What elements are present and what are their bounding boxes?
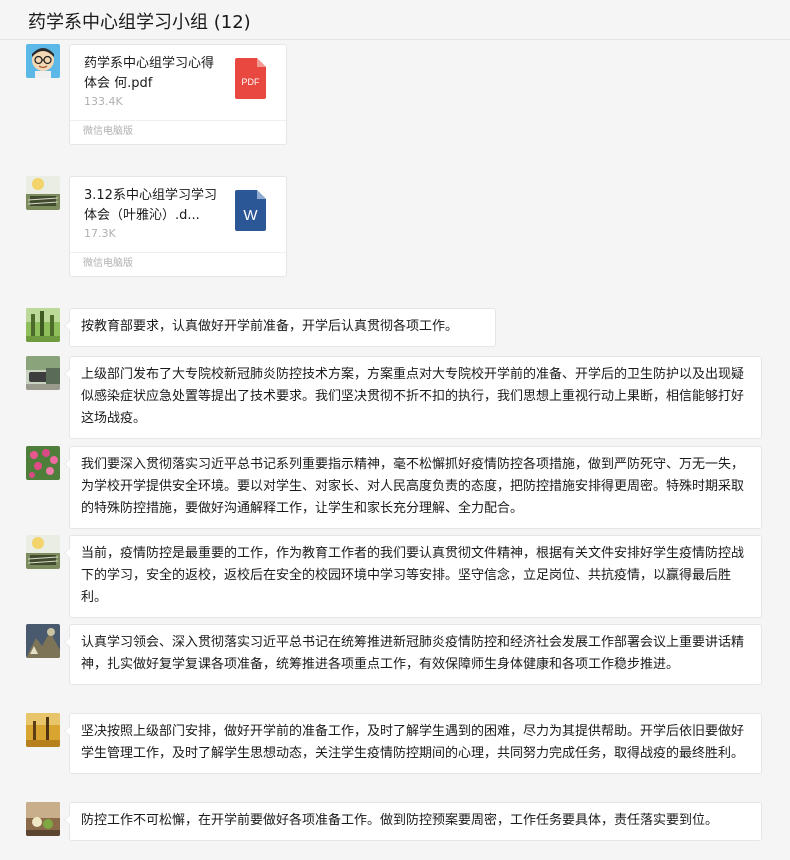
avatar[interactable]	[26, 802, 60, 836]
text-message-bubble[interactable]: 认真学习领会、深入贯彻落实习近平总书记在统筹推进新冠肺炎疫情防控和经济社会发展工…	[64, 624, 762, 685]
message-text: 防控工作不可松懈，在开学前要做好各项准备工作。做到防控预案要周密，工作任务要具体…	[81, 813, 719, 828]
word-icon-label: W	[243, 207, 258, 224]
avatar[interactable]	[26, 713, 60, 747]
text-message-bubble[interactable]: 我们要深入贯彻落实习近平总书记系列重要指示精神，毫不松懈抓好疫情防控各项措施，做…	[64, 446, 762, 529]
file-message-card[interactable]: 药学系中心组学习心得体会 何.pdf 133.4K PDF 微信电脑版	[69, 44, 287, 145]
message-text: 认真学习领会、深入贯彻落实习近平总书记在统筹推进新冠肺炎疫情防控和经济社会发展工…	[81, 635, 745, 672]
file-name: 药学系中心组学习心得体会 何.pdf	[84, 56, 215, 91]
chat-message-list[interactable]: 药学系中心组学习心得体会 何.pdf 133.4K PDF 微信电脑版 3.12…	[0, 41, 790, 860]
file-source: 微信电脑版	[70, 120, 286, 144]
text-message-bubble[interactable]: 当前，疫情防控是最重要的工作，作为教育工作者的我们要认真贯彻文件精神，根据有关文…	[64, 535, 762, 618]
file-message-card[interactable]: 3.12系中心组学习学习体会（叶雅沁）.d... 17.3K W 微信电脑版	[69, 176, 287, 277]
avatar[interactable]	[26, 535, 60, 569]
message-text: 坚决按照上级部门安排，做好开学前的准备工作，及时了解学生遇到的困难，尽力为其提供…	[81, 724, 745, 761]
message-text: 按教育部要求，认真做好开学前准备，开学后认真贯彻各项工作。	[81, 319, 459, 334]
text-message-bubble[interactable]: 防控工作不可松懈，在开学前要做好各项准备工作。做到防控预案要周密，工作任务要具体…	[64, 802, 762, 841]
word-file-icon: W	[235, 190, 266, 235]
text-message-bubble[interactable]: 坚决按照上级部门安排，做好开学前的准备工作，及时了解学生遇到的困难，尽力为其提供…	[64, 713, 762, 774]
file-size: 17.3K	[84, 227, 116, 240]
avatar[interactable]	[26, 624, 60, 658]
pdf-file-icon: PDF	[235, 58, 266, 103]
avatar[interactable]	[26, 446, 60, 480]
file-source: 微信电脑版	[70, 252, 286, 276]
avatar[interactable]	[26, 44, 60, 78]
pdf-icon-label: PDF	[242, 77, 261, 87]
avatar[interactable]	[26, 308, 60, 342]
avatar[interactable]	[26, 176, 60, 210]
message-text: 我们要深入贯彻落实习近平总书记系列重要指示精神，毫不松懈抓好疫情防控各项措施，做…	[81, 457, 745, 516]
file-name: 3.12系中心组学习学习体会（叶雅沁）.d...	[84, 188, 217, 223]
file-size: 133.4K	[84, 95, 123, 108]
text-message-bubble[interactable]: 上级部门发布了大专院校新冠肺炎防控技术方案，方案重点对大专院校开学前的准备、开学…	[64, 356, 762, 439]
message-text: 当前，疫情防控是最重要的工作，作为教育工作者的我们要认真贯彻文件精神，根据有关文…	[81, 546, 745, 605]
text-message-bubble[interactable]: 按教育部要求，认真做好开学前准备，开学后认真贯彻各项工作。	[64, 308, 496, 347]
avatar[interactable]	[26, 356, 60, 390]
chat-title: 药学系中心组学习小组 (12)	[28, 12, 251, 33]
message-text: 上级部门发布了大专院校新冠肺炎防控技术方案，方案重点对大专院校开学前的准备、开学…	[81, 367, 745, 426]
chat-header: 药学系中心组学习小组 (12)	[0, 0, 790, 40]
